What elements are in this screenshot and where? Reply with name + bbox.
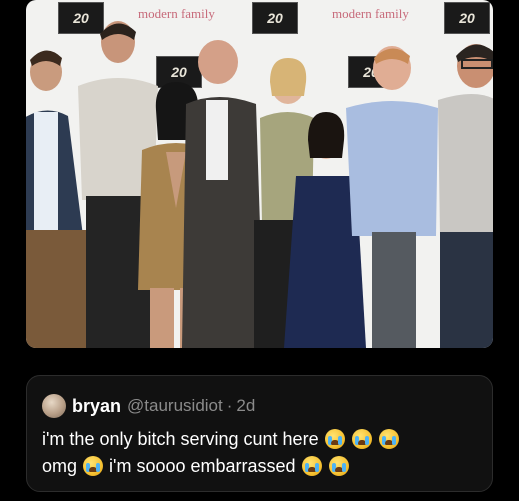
tweet-text-line-1: i'm the only bitch serving cunt here	[42, 429, 319, 449]
loudly-crying-face-icon	[83, 456, 104, 476]
quoted-tweet-card[interactable]: bryan @taurusidiot · 2d i'm the only bit…	[26, 375, 493, 492]
person-4	[182, 40, 264, 348]
loudly-crying-face-icon	[328, 456, 349, 476]
tweet-line-2: omg i'm soooo embarrassed	[42, 453, 482, 480]
loudly-crying-face-icon	[324, 429, 345, 449]
loudly-crying-face-icon	[351, 429, 372, 449]
tweet-text: i'm the only bitch serving cunt here omg…	[42, 426, 482, 480]
person-8	[438, 44, 493, 348]
event-photo: 20 modern family 20 modern family 20 20 …	[26, 0, 493, 348]
tweet-text-line-2b: i'm soooo embarrassed	[109, 456, 296, 476]
tweet-timestamp[interactable]: 2d	[236, 396, 255, 416]
avatar[interactable]	[42, 394, 66, 418]
people-group	[26, 21, 493, 348]
tweet-header: bryan @taurusidiot · 2d	[42, 394, 255, 418]
display-name[interactable]: bryan	[72, 396, 121, 417]
tweet-line-1: i'm the only bitch serving cunt here	[42, 426, 482, 453]
loudly-crying-face-icon	[301, 456, 322, 476]
user-handle[interactable]: @taurusidiot	[127, 396, 223, 416]
separator-dot: ·	[226, 396, 233, 415]
tweet-text-line-2a: omg	[42, 456, 78, 476]
loudly-crying-face-icon	[378, 429, 399, 449]
